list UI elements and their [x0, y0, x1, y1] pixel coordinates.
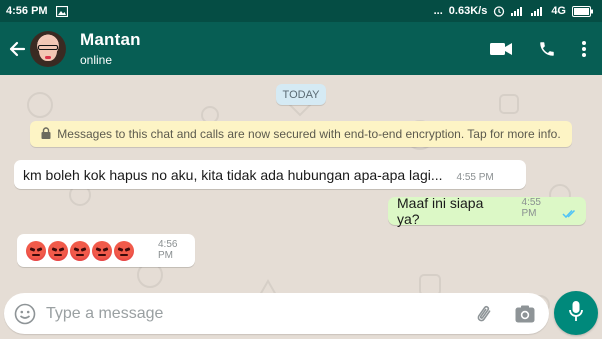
- contact-name: Mantan: [80, 30, 141, 49]
- camera-icon[interactable]: [515, 305, 535, 323]
- angry-face-emoji-icon: [92, 240, 112, 261]
- network-type: 4G: [551, 5, 566, 17]
- chat-header: Mantan online: [0, 22, 602, 75]
- signal-icon-1: [511, 6, 525, 16]
- mic-icon: [569, 300, 583, 327]
- encryption-notice-text: Messages to this chat and calls are now …: [57, 127, 561, 141]
- signal-icon-2: [531, 6, 545, 16]
- back-arrow-icon[interactable]: [4, 40, 30, 58]
- voice-call-icon[interactable]: [538, 40, 556, 58]
- mic-button[interactable]: [554, 291, 598, 335]
- message-bubble-outgoing[interactable]: Maaf ini siapa ya? 4:55 PM: [388, 195, 586, 227]
- message-time: 4:56 PM: [158, 239, 178, 261]
- angry-face-emoji-icon: [48, 240, 68, 261]
- emoji-row: [26, 240, 134, 261]
- image-notification-icon: [55, 5, 68, 17]
- more-options-icon[interactable]: [582, 40, 586, 57]
- message-bubble-incoming[interactable]: km boleh kok hapus no aku, kita tidak ad…: [14, 160, 526, 189]
- contact-avatar[interactable]: [30, 30, 66, 67]
- video-call-icon[interactable]: [490, 42, 512, 56]
- message-text: Maaf ini siapa ya?: [397, 195, 484, 227]
- emoji-icon[interactable]: [14, 303, 36, 325]
- read-receipt-icon: [562, 209, 578, 219]
- message-time: 4:55 PM: [456, 172, 494, 183]
- message-input[interactable]: [46, 304, 446, 323]
- angry-face-emoji-icon: [26, 240, 46, 261]
- angry-face-emoji-icon: [70, 240, 90, 261]
- attach-icon[interactable]: [475, 303, 495, 325]
- alarm-icon: [493, 5, 505, 17]
- angry-face-emoji-icon: [114, 240, 134, 261]
- lock-icon: [41, 126, 51, 142]
- contact-status: online: [80, 53, 113, 67]
- network-speed: 0.63K/s: [448, 5, 488, 17]
- battery-icon: [572, 5, 594, 17]
- message-time: 4:55 PM: [521, 197, 541, 219]
- message-text: km boleh kok hapus no aku, kita tidak ad…: [23, 166, 443, 183]
- encryption-notice[interactable]: Messages to this chat and calls are now …: [30, 121, 572, 147]
- message-bubble-incoming[interactable]: 4:56 PM: [17, 234, 195, 267]
- composer-bar: [4, 293, 549, 334]
- date-chip: TODAY: [276, 84, 326, 105]
- contact-info[interactable]: Mantan online: [80, 30, 141, 67]
- status-time: 4:56 PM: [6, 5, 48, 17]
- status-bar: 4:56 PM ... 0.63K/s 4G: [0, 0, 602, 22]
- status-more: ...: [433, 5, 443, 17]
